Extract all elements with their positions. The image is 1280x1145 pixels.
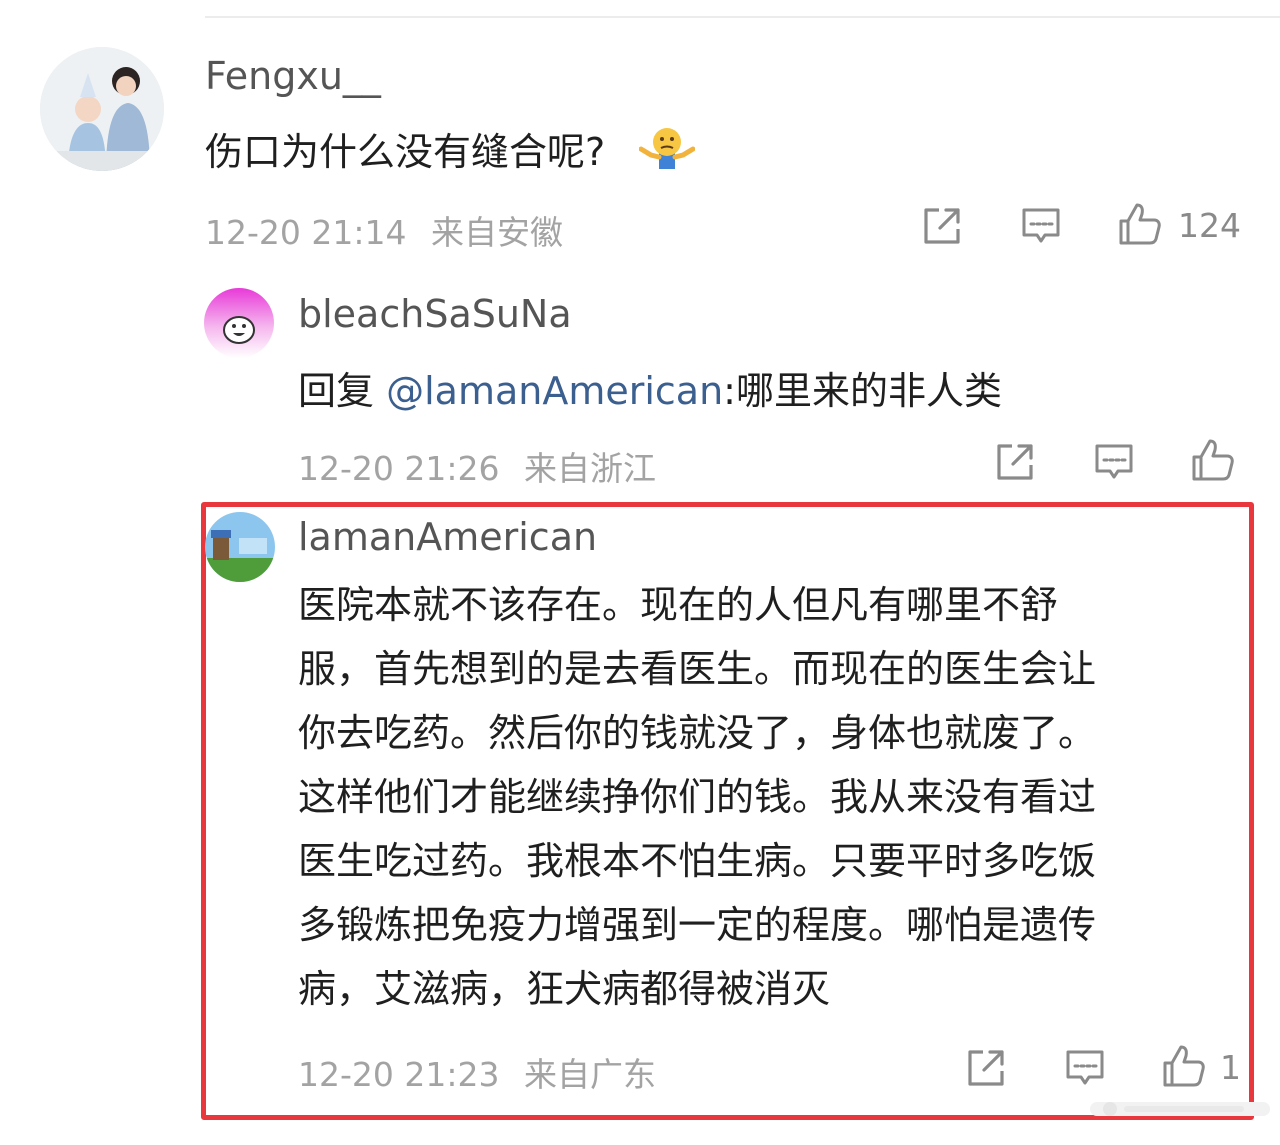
reply-prefix: 回复 (298, 369, 387, 413)
share-icon[interactable] (964, 1046, 1008, 1090)
avatar[interactable] (40, 47, 164, 171)
watermark (1090, 1102, 1270, 1116)
comment-meta: 12-20 21:14 来自安徽 (205, 206, 563, 254)
thumbs-up-icon[interactable] (1159, 1042, 1207, 1090)
share-icon[interactable] (920, 204, 964, 248)
like-count: 1 (1220, 1048, 1241, 1087)
top-divider (205, 16, 1280, 18)
comment-text: 伤口为什么没有缝合呢? (205, 121, 696, 176)
username[interactable]: Fengxu__ (205, 54, 381, 98)
timestamp: 12-20 21:23 (298, 1055, 500, 1094)
shrug-icon (638, 127, 696, 171)
like-count: 124 (1178, 206, 1241, 245)
location: 来自安徽 (430, 213, 563, 252)
avatar[interactable] (204, 288, 274, 358)
comment-icon[interactable] (1019, 204, 1063, 248)
comment-icon[interactable] (1063, 1046, 1107, 1090)
text-line: 这样他们才能继续挣你们的钱。我从来没有看过 (298, 775, 1097, 819)
text-line: 医生吃过药。我根本不怕生病。只要平时多吃饭 (298, 839, 1097, 883)
comment-body: 伤口为什么没有缝合呢? (205, 130, 606, 174)
location: 来自广东 (523, 1055, 656, 1094)
thumbs-up-icon[interactable] (1115, 200, 1163, 248)
comment-text: 医院本就不该存在。现在的人但凡有哪里不舒 服，首先想到的是去看医生。而现在的医生… (298, 573, 1096, 1021)
timestamp: 12-20 21:14 (205, 213, 407, 252)
text-line: 病，艾滋病，狂犬病都得被消灭 (298, 967, 831, 1011)
username[interactable]: bleachSaSuNa (298, 292, 572, 336)
text-line: 你去吃药。然后你的钱就没了，身体也就废了。 (298, 711, 1097, 755)
comment-meta: 12-20 21:23 来自广东 (298, 1048, 656, 1096)
reply-body: :哪里来的非人类 (723, 369, 1002, 413)
share-icon[interactable] (993, 440, 1037, 484)
location: 来自浙江 (523, 449, 656, 488)
reply-text: 回复 @lamanAmerican:哪里来的非人类 (298, 360, 1002, 415)
text-line: 多锻炼把免疫力增强到一定的程度。哪怕是遗传 (298, 903, 1097, 947)
text-line: 医院本就不该存在。现在的人但凡有哪里不舒 (298, 583, 1059, 627)
timestamp: 12-20 21:26 (298, 449, 500, 488)
thumbs-up-icon[interactable] (1188, 436, 1236, 484)
username[interactable]: lamanAmerican (298, 515, 597, 559)
comment-meta: 12-20 21:26 来自浙江 (298, 442, 656, 490)
avatar[interactable] (205, 512, 275, 582)
comment-icon[interactable] (1092, 440, 1136, 484)
mention-link[interactable]: @lamanAmerican (386, 369, 723, 413)
text-line: 服，首先想到的是去看医生。而现在的医生会让 (298, 647, 1097, 691)
